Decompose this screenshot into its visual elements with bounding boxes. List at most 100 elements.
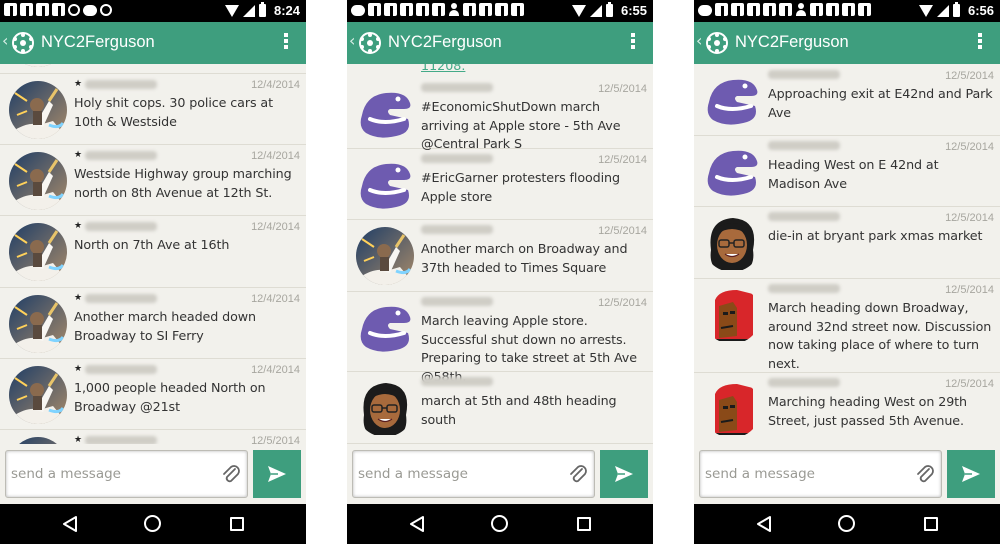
red-hood-avatar-image (703, 380, 761, 438)
redacted-name (85, 293, 158, 303)
avatar[interactable] (356, 85, 414, 143)
message-feed[interactable]: 12/5/2014 Approaching exit at E42nd and P… (694, 64, 1000, 444)
star-icon: ★ (74, 435, 83, 444)
redacted-name (768, 284, 840, 293)
message-text: #EconomicShutDown march arriving at Appl… (421, 99, 621, 151)
nav-home-icon[interactable] (491, 515, 508, 532)
app-logo-icon[interactable] (706, 32, 728, 54)
message-item[interactable]: 12/5/2014 March heading down Broadway, ar… (694, 279, 1000, 373)
facebook-notification-icon (52, 3, 65, 16)
purple-dino-avatar-image (356, 299, 414, 357)
purple-dino-avatar-image (703, 143, 761, 201)
avatar[interactable] (9, 223, 67, 281)
facebook-notification-icon (731, 3, 744, 16)
avatar[interactable] (703, 286, 761, 344)
message-item[interactable]: 12/5/2014 March leaving Apple store. Succ… (347, 292, 653, 384)
nav-recent-apps-icon[interactable] (230, 517, 244, 531)
message-item[interactable]: 12/5/2014 #EconomicShutDown march arrivin… (347, 78, 653, 151)
redacted-name (85, 79, 158, 89)
message-feed[interactable]: 11208. 12/5/2014 #EconomicShutDown march a… (347, 64, 653, 444)
sender-name (768, 284, 840, 293)
paperclip-icon[interactable] (221, 463, 241, 485)
nav-recent-apps-icon[interactable] (577, 517, 591, 531)
avatar[interactable] (356, 299, 414, 357)
sender-name (421, 83, 493, 92)
send-button[interactable] (253, 450, 301, 498)
phone-screen-1: 8:24 ‹ NYC2Ferguson ★ ★ 12/4/2014 Holy shit… (0, 0, 306, 544)
back-chevron-icon[interactable]: ‹ (349, 31, 355, 50)
avatar[interactable] (703, 380, 761, 438)
back-chevron-icon[interactable]: ‹ (2, 31, 8, 50)
nav-home-icon[interactable] (144, 515, 161, 532)
signal-icon (589, 4, 602, 17)
sender-name: ★ (74, 293, 158, 303)
sender-name (768, 378, 840, 387)
avatar[interactable] (703, 72, 761, 130)
avatar[interactable] (9, 81, 67, 139)
message-item[interactable]: ★ 12/5/2014 (0, 430, 306, 444)
message-input-box[interactable] (352, 450, 595, 498)
avatar[interactable] (9, 295, 67, 353)
voicemail-notification-icon (83, 4, 97, 16)
unicorn-rider-avatar-image (9, 64, 67, 67)
unicorn-rider-avatar-image (9, 223, 67, 281)
message-input[interactable] (705, 463, 910, 485)
nav-recent-apps-icon[interactable] (924, 517, 938, 531)
back-chevron-icon[interactable]: ‹ (696, 31, 702, 50)
message-item[interactable]: ★ (0, 64, 306, 74)
message-item[interactable]: 12/5/2014 Approaching exit at E42nd and P… (694, 65, 1000, 136)
message-input-box[interactable] (699, 450, 942, 498)
red-hood-avatar-image (703, 286, 761, 344)
overflow-menu-icon[interactable] (284, 33, 288, 51)
notification-icons (698, 3, 871, 16)
message-item[interactable]: 12/5/2014 Marching heading West on 29th S… (694, 373, 1000, 444)
overflow-menu-icon[interactable] (978, 33, 982, 51)
app-title: NYC2Ferguson (735, 33, 849, 51)
app-title: NYC2Ferguson (388, 33, 502, 51)
avatar[interactable] (703, 143, 761, 201)
message-item[interactable]: ★ 12/4/2014 Holy shit cops. 30 police cars… (0, 74, 306, 145)
nav-home-icon[interactable] (838, 515, 855, 532)
android-nav-bar (0, 504, 306, 544)
avatar[interactable] (356, 379, 414, 437)
message-input[interactable] (358, 463, 563, 485)
message-item[interactable]: 12/5/2014 Another march on Broadway and 3… (347, 220, 653, 292)
message-item[interactable]: ★ 12/4/2014 1,000 people headed North on B… (0, 359, 306, 430)
nav-back-icon[interactable] (409, 516, 425, 532)
avatar[interactable] (9, 437, 67, 444)
message-item[interactable]: ★ 12/4/2014 North on 7th Ave at 16th (0, 216, 306, 288)
app-logo-icon[interactable] (359, 32, 381, 54)
facebook-notification-icon (858, 3, 871, 16)
avatar[interactable] (703, 214, 761, 272)
message-item[interactable]: march at 5th and 48th heading south (347, 372, 653, 444)
message-feed[interactable]: ★ ★ 12/4/2014 Holy shit cops. 30 police car… (0, 64, 306, 444)
overflow-menu-icon[interactable] (631, 33, 635, 51)
send-button[interactable] (600, 450, 648, 498)
message-item[interactable]: ★ 12/4/2014 Westside Highway group marchin… (0, 145, 306, 216)
send-button[interactable] (947, 450, 995, 498)
message-input-box[interactable] (5, 450, 248, 498)
facebook-notification-icon (495, 3, 508, 16)
nav-back-icon[interactable] (62, 516, 78, 532)
app-title: NYC2Ferguson (41, 33, 155, 51)
avatar[interactable] (9, 152, 67, 210)
message-item[interactable]: ★ 12/4/2014 Another march headed down Broa… (0, 288, 306, 359)
facebook-notification-icon (432, 3, 445, 16)
composer (0, 444, 306, 504)
sender-name (421, 377, 493, 386)
message-item[interactable]: 12/5/2014 #EricGarner protesters flooding… (347, 149, 653, 220)
message-item[interactable]: 12/5/2014 Heading West on E 42nd at Madis… (694, 136, 1000, 207)
avatar[interactable] (356, 156, 414, 214)
app-logo-icon[interactable] (12, 32, 34, 54)
message-item[interactable]: 12/5/2014 die-in at bryant park xmas mark… (694, 207, 1000, 279)
nav-back-icon[interactable] (756, 516, 772, 532)
avatar[interactable] (9, 366, 67, 424)
avatar[interactable] (356, 227, 414, 285)
star-icon: ★ (74, 150, 83, 160)
redacted-name (421, 225, 493, 234)
paperclip-icon[interactable] (568, 463, 588, 485)
paperclip-icon[interactable] (915, 463, 935, 485)
avatar[interactable] (9, 64, 67, 67)
purple-dino-avatar-image (356, 85, 414, 143)
message-input[interactable] (11, 463, 216, 485)
